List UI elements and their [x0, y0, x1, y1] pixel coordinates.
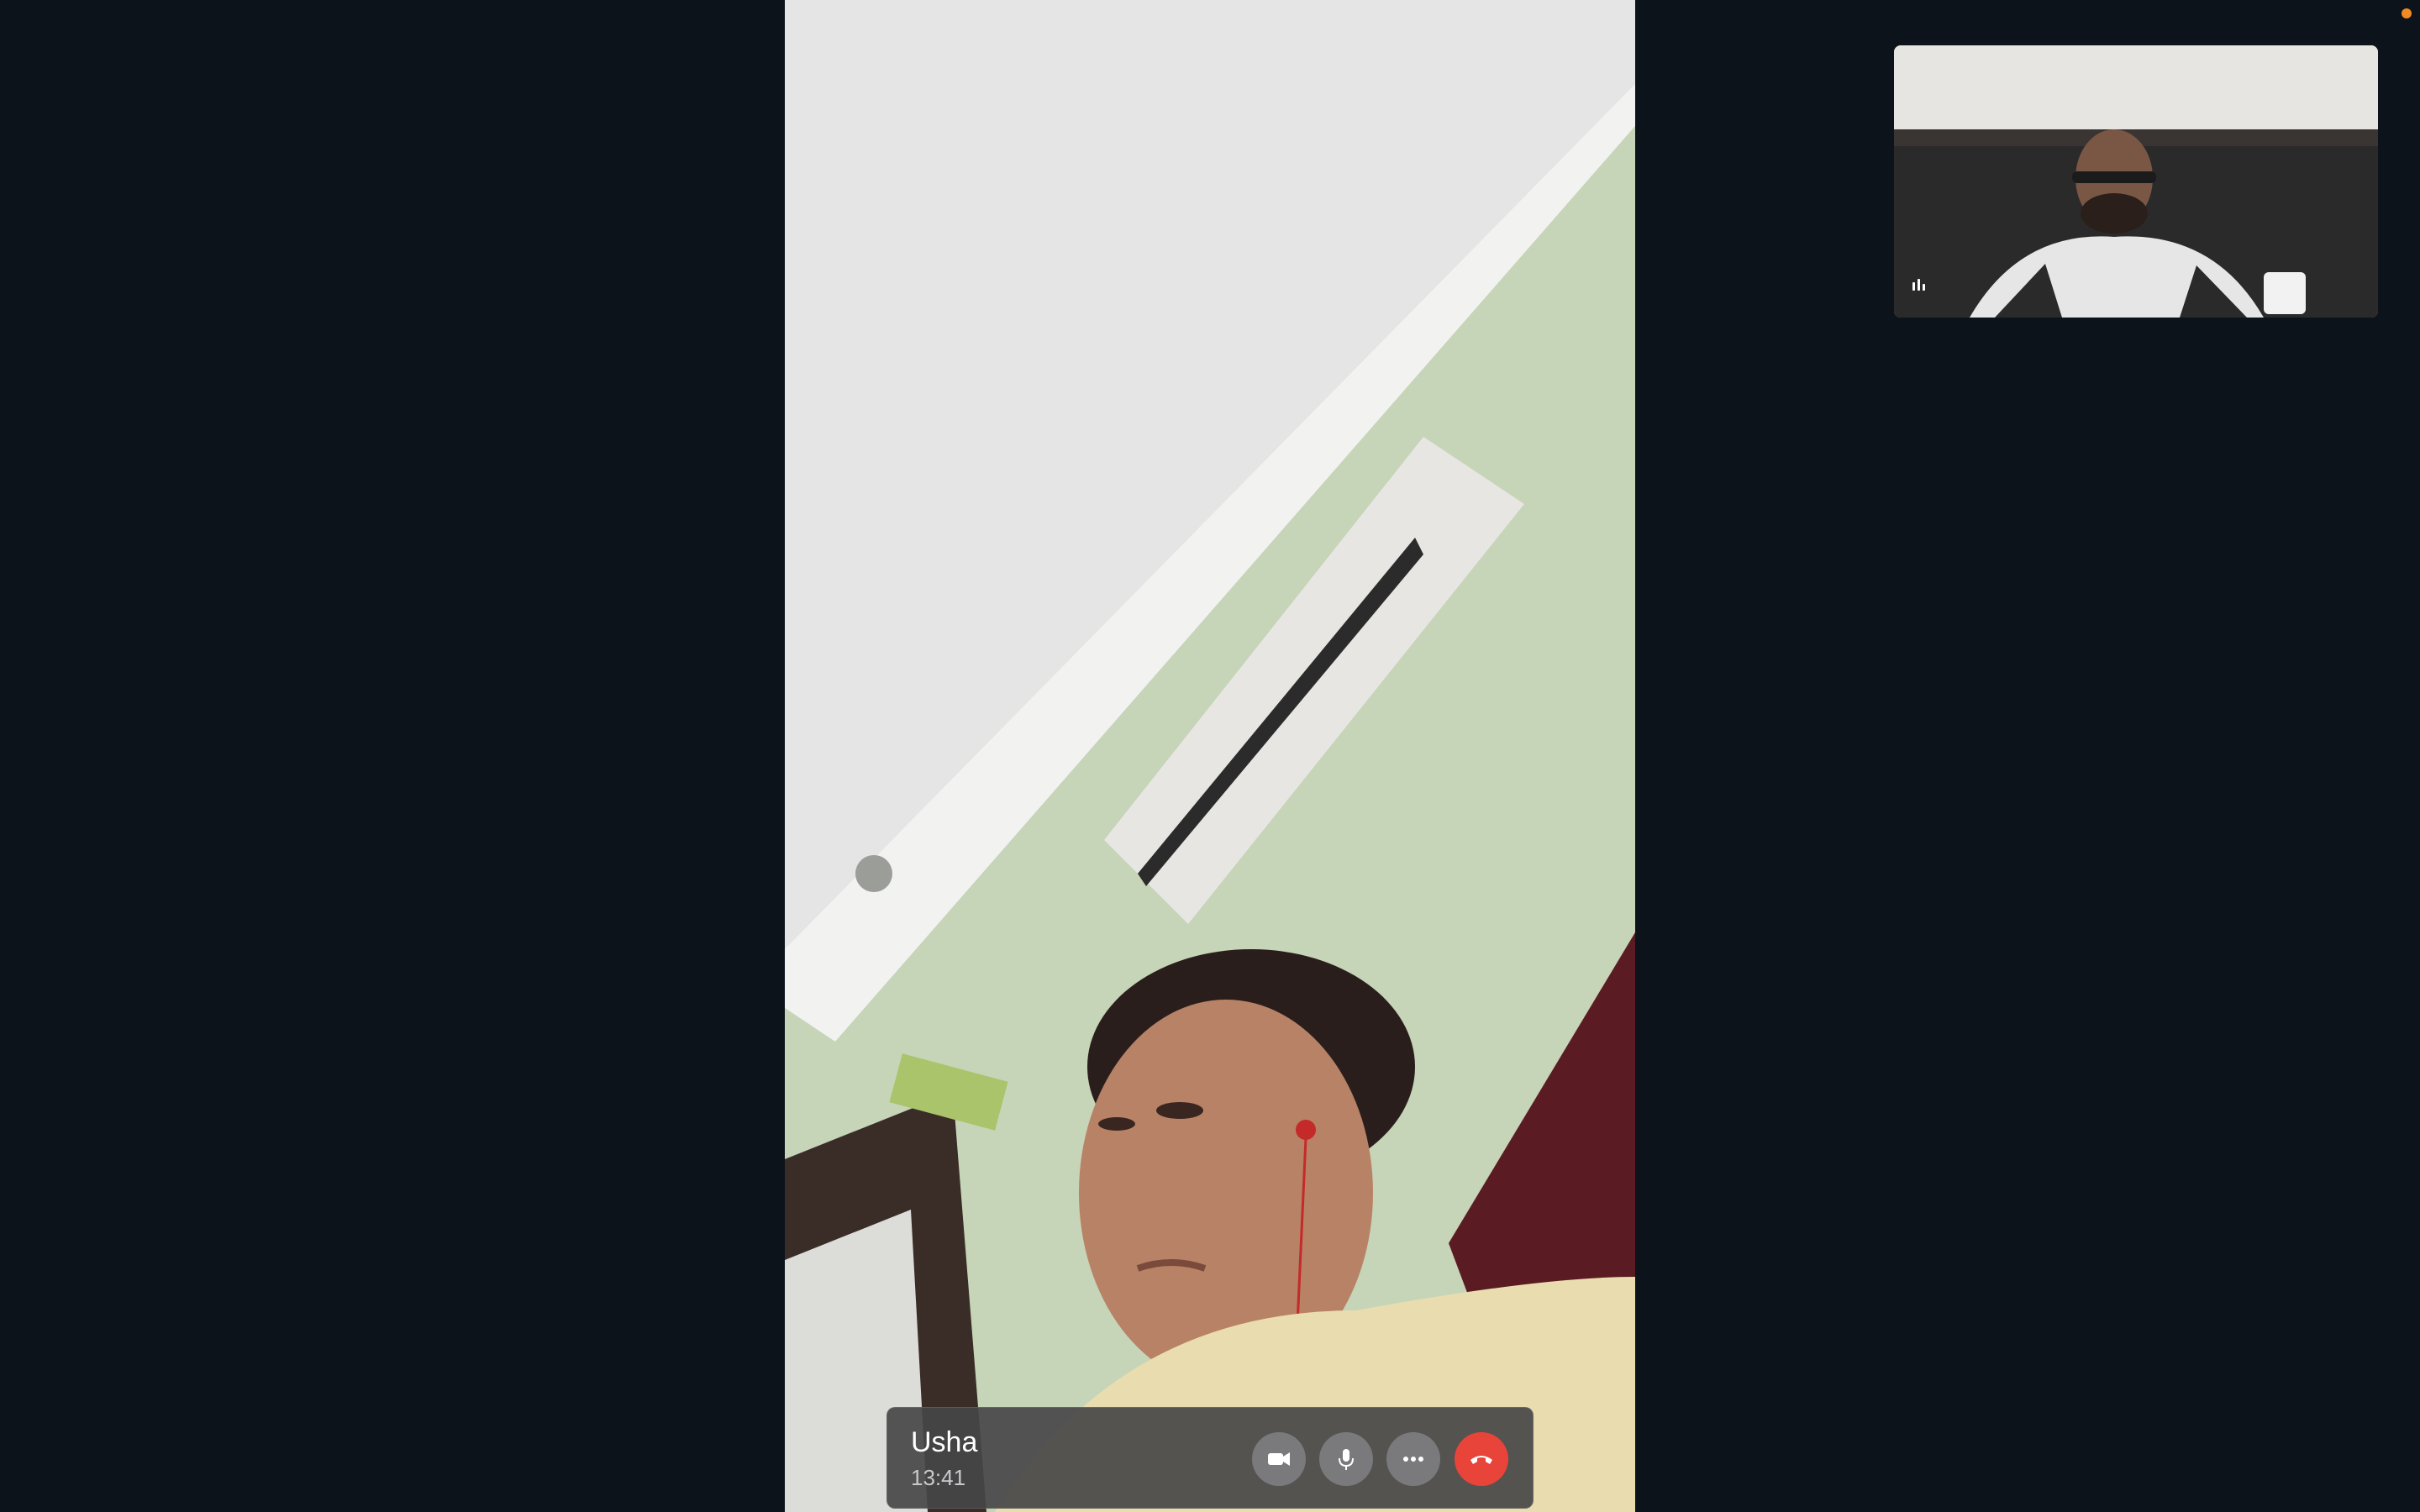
recording-indicator-dot: [2402, 8, 2412, 18]
video-call-window: Usha 13:41: [0, 0, 2420, 1512]
call-duration: 13:41: [911, 1465, 966, 1490]
self-view-preview[interactable]: [1894, 45, 2378, 318]
more-options-button[interactable]: [1386, 1432, 1440, 1486]
remote-video-image: [785, 0, 1635, 1512]
caller-name: Usha: [911, 1426, 978, 1458]
video-camera-icon: [1268, 1452, 1290, 1466]
call-control-bar: Usha 13:41: [886, 1407, 1534, 1509]
microphone-icon: [1339, 1449, 1354, 1470]
phone-hangup-icon: [1470, 1456, 1492, 1464]
audio-level-icon: [1912, 279, 1925, 291]
end-call-button[interactable]: [1455, 1432, 1508, 1486]
toggle-mic-button[interactable]: [1319, 1432, 1373, 1486]
self-view-image: [1894, 45, 2378, 318]
ellipsis-icon: [1403, 1457, 1423, 1462]
remote-video-feed: [785, 0, 1635, 1512]
toggle-video-button[interactable]: [1252, 1432, 1306, 1486]
